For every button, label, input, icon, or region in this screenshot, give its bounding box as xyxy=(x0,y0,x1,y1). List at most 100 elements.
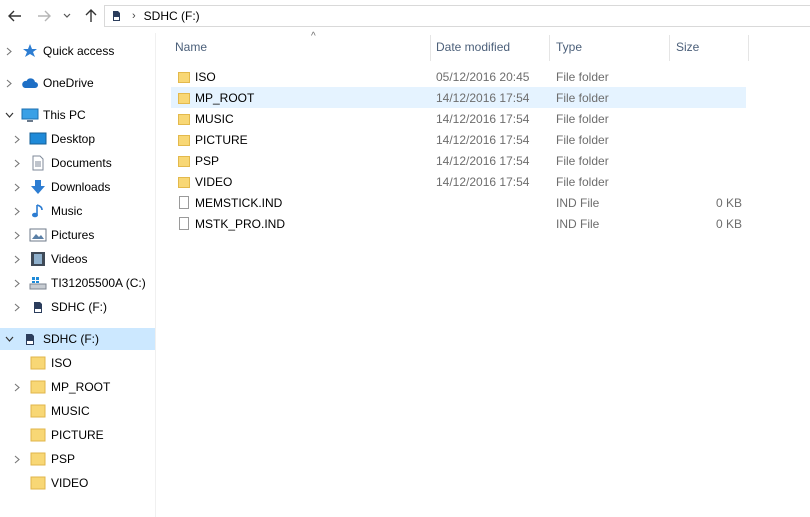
nav-item-label: PSP xyxy=(51,452,76,466)
file-row[interactable]: MEMSTICK.IND IND File 0 KB xyxy=(171,192,746,213)
chevron-right-icon[interactable] xyxy=(12,454,22,464)
chevron-right-icon[interactable] xyxy=(12,382,22,392)
column-header-type[interactable]: Type xyxy=(556,33,669,61)
file-size xyxy=(676,108,742,129)
file-size xyxy=(676,171,742,192)
chevron-right-icon[interactable] xyxy=(4,78,14,88)
folder-icon xyxy=(29,379,47,395)
music-note-icon xyxy=(29,203,47,219)
navigation-pane: Quick access OneDrive This PC Desktop Docume… xyxy=(0,33,156,517)
nav-item[interactable]: MUSIC xyxy=(0,400,155,422)
nav-item[interactable]: Documents xyxy=(0,152,155,174)
chevron-right-icon[interactable] xyxy=(4,46,14,56)
nav-item[interactable]: MP_ROOT xyxy=(0,376,155,398)
nav-item-label: TI31205500A (C:) xyxy=(51,276,146,290)
nav-item[interactable]: SDHC (F:) xyxy=(0,328,155,350)
nav-item-label: MP_ROOT xyxy=(51,380,111,394)
pictures-icon xyxy=(29,227,47,243)
nav-item[interactable]: This PC xyxy=(0,104,155,126)
file-icon xyxy=(176,195,192,210)
nav-item-label: Documents xyxy=(51,156,112,170)
chevron-right-icon[interactable] xyxy=(12,206,22,216)
chevron-down-icon[interactable] xyxy=(4,110,14,120)
file-date-modified: 14/12/2016 17:54 xyxy=(436,174,530,189)
file-name: PSP xyxy=(195,153,220,168)
file-row[interactable]: ISO 05/12/2016 20:45 File folder xyxy=(171,66,746,87)
nav-item-label: MUSIC xyxy=(51,404,90,418)
folder-icon xyxy=(29,475,47,491)
column-divider[interactable] xyxy=(669,35,670,61)
nav-item[interactable]: Desktop xyxy=(0,128,155,150)
file-name: ISO xyxy=(195,69,216,84)
windows-drive-icon xyxy=(29,275,47,291)
computer-icon xyxy=(21,107,39,123)
desktop-icon xyxy=(29,131,47,147)
nav-item-label: SDHC (F:) xyxy=(43,332,99,346)
file-row[interactable]: MUSIC 14/12/2016 17:54 File folder xyxy=(171,108,746,129)
film-icon xyxy=(29,251,47,267)
file-row[interactable]: MSTK_PRO.IND IND File 0 KB xyxy=(171,213,746,234)
column-divider[interactable] xyxy=(430,35,431,61)
nav-item[interactable]: Music xyxy=(0,200,155,222)
column-header-name-label: Name xyxy=(175,40,208,54)
file-date-modified: 14/12/2016 17:54 xyxy=(436,132,530,147)
up-button[interactable] xyxy=(81,5,101,27)
column-divider[interactable] xyxy=(748,35,749,61)
chevron-right-icon[interactable] xyxy=(12,302,22,312)
file-row[interactable]: PICTURE 14/12/2016 17:54 File folder xyxy=(171,129,746,150)
nav-item[interactable]: Videos xyxy=(0,248,155,270)
nav-item[interactable]: OneDrive xyxy=(0,72,155,94)
nav-item-label: SDHC (F:) xyxy=(51,300,107,314)
nav-item-label: ISO xyxy=(51,356,72,370)
nav-item[interactable]: ISO xyxy=(0,352,155,374)
document-icon xyxy=(29,155,47,171)
nav-item[interactable]: TI31205500A (C:) xyxy=(0,272,155,294)
column-header-date[interactable]: Date modified xyxy=(436,33,550,61)
column-divider[interactable] xyxy=(549,35,550,61)
file-date-modified: 14/12/2016 17:54 xyxy=(436,153,530,168)
recent-locations-button[interactable] xyxy=(60,5,74,27)
chevron-down-icon[interactable] xyxy=(4,334,14,344)
column-header-name[interactable]: Name ^ xyxy=(175,31,430,61)
chevron-right-icon[interactable] xyxy=(12,158,22,168)
nav-item[interactable]: PICTURE xyxy=(0,424,155,446)
back-button[interactable] xyxy=(5,5,25,27)
column-header-type-label: Type xyxy=(556,40,583,54)
nav-item[interactable]: VIDEO xyxy=(0,472,155,494)
file-name: MEMSTICK.IND xyxy=(195,195,283,210)
column-header-size-label: Size xyxy=(676,40,700,54)
file-name: MUSIC xyxy=(195,111,234,126)
chevron-right-icon[interactable] xyxy=(12,134,22,144)
file-date-modified: 14/12/2016 17:54 xyxy=(436,111,530,126)
sd-card-icon xyxy=(21,331,39,347)
file-size xyxy=(676,129,742,150)
file-type: File folder xyxy=(556,111,609,126)
file-icon xyxy=(176,216,192,231)
forward-button[interactable] xyxy=(34,5,54,27)
file-row[interactable]: PSP 14/12/2016 17:54 File folder xyxy=(171,150,746,171)
file-row[interactable]: MP_ROOT 14/12/2016 17:54 File folder xyxy=(171,87,746,108)
nav-item[interactable]: SDHC (F:) xyxy=(0,296,155,318)
breadcrumb-current[interactable]: SDHC (F:) xyxy=(144,9,200,23)
address-bar[interactable]: › SDHC (F:) xyxy=(104,5,810,27)
file-row[interactable]: VIDEO 14/12/2016 17:54 File folder xyxy=(171,171,746,192)
chevron-right-icon[interactable] xyxy=(12,254,22,264)
file-type: File folder xyxy=(556,69,609,84)
breadcrumb-separator[interactable]: › xyxy=(132,10,136,22)
nav-item[interactable]: Pictures xyxy=(0,224,155,246)
chevron-right-icon[interactable] xyxy=(12,182,22,192)
column-header-size[interactable]: Size xyxy=(676,33,748,61)
chevron-right-icon[interactable] xyxy=(12,278,22,288)
folder-icon xyxy=(29,355,47,371)
nav-item[interactable]: PSP xyxy=(0,448,155,470)
nav-item-label: Videos xyxy=(51,252,88,266)
file-size: 0 KB xyxy=(715,216,742,231)
file-type: File folder xyxy=(556,174,609,189)
sort-ascending-icon: ^ xyxy=(311,31,316,42)
nav-item-label: Quick access xyxy=(43,44,115,58)
cloud-icon xyxy=(21,75,39,91)
nav-item[interactable]: Downloads xyxy=(0,176,155,198)
chevron-right-icon[interactable] xyxy=(12,230,22,240)
nav-item[interactable]: Quick access xyxy=(0,40,155,62)
star-icon xyxy=(21,43,39,59)
